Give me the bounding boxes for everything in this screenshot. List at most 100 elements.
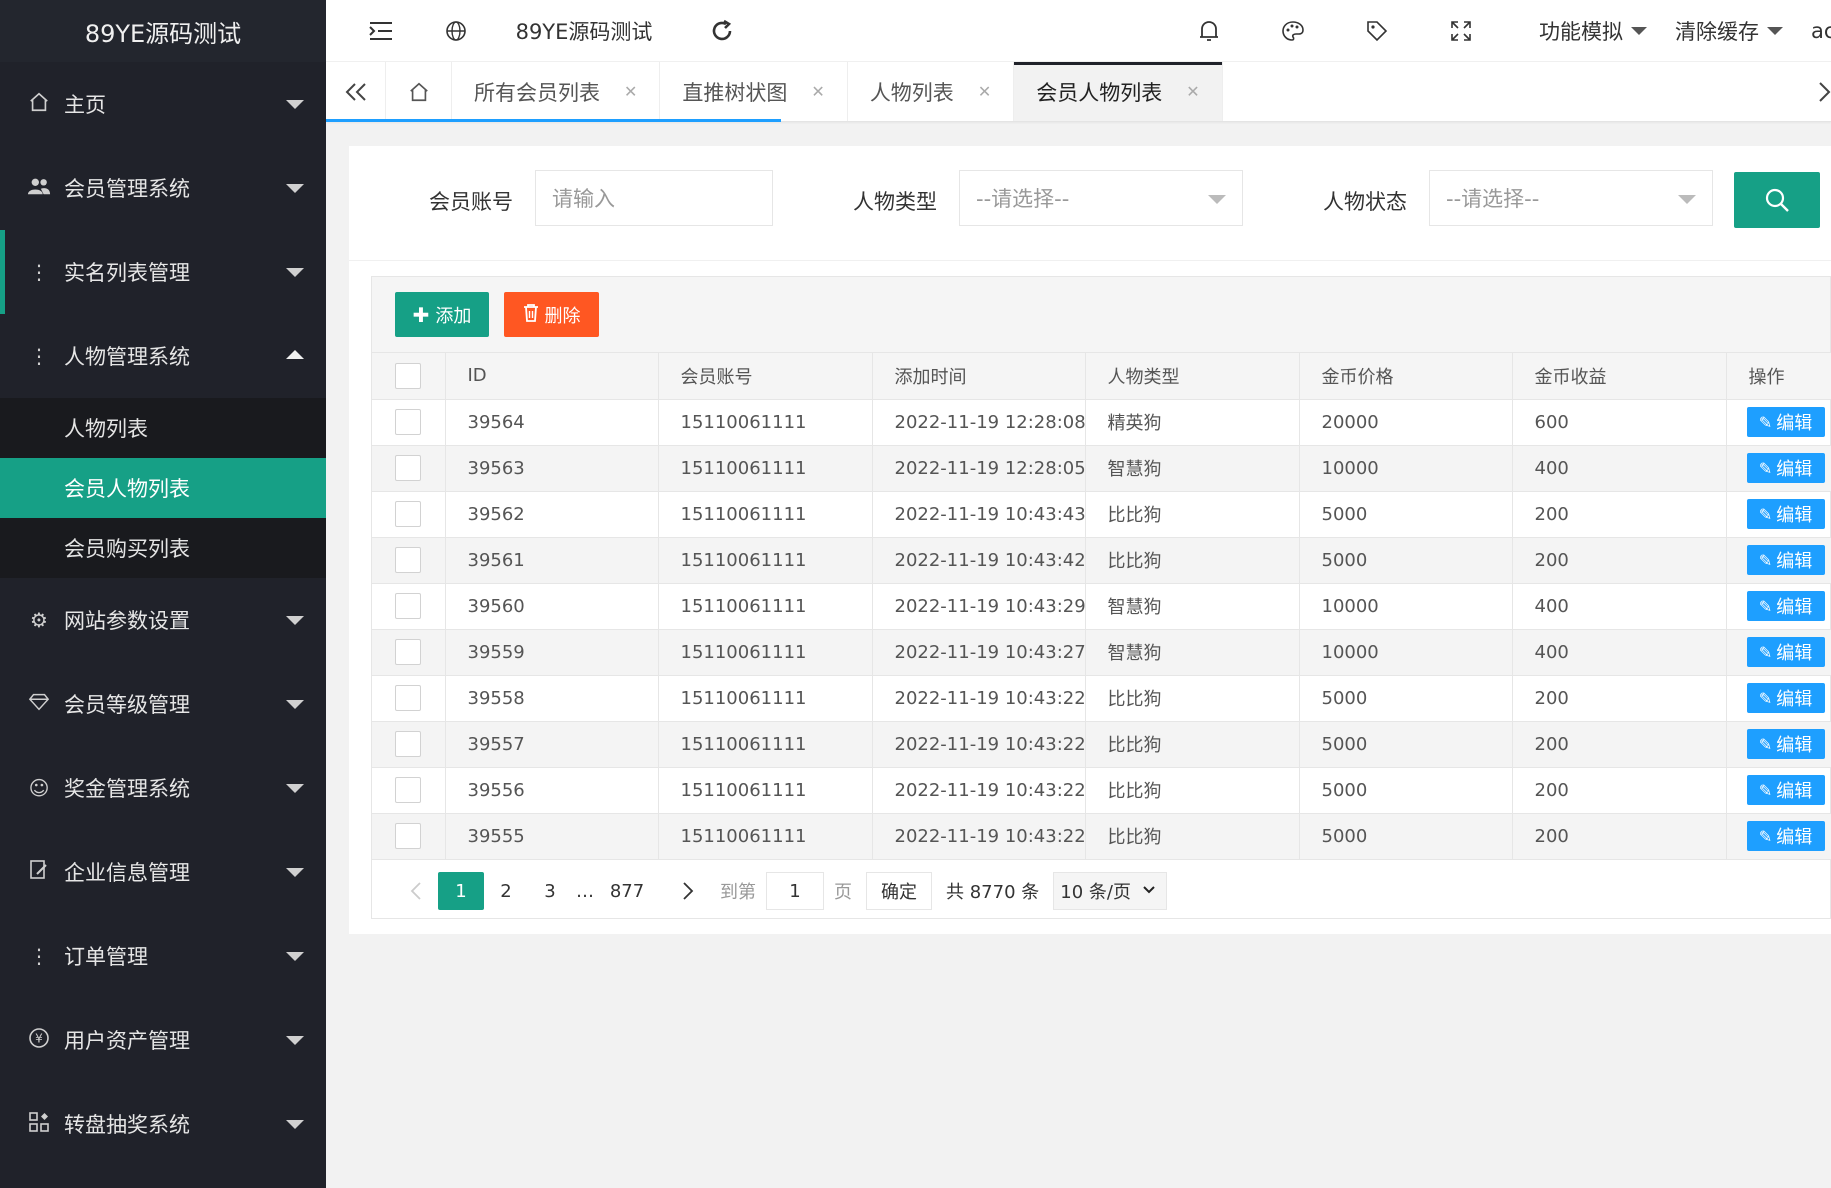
next-page-button[interactable]	[666, 872, 710, 910]
edit-button[interactable]: ✎ 编辑	[1746, 407, 1825, 437]
row-checkbox[interactable]	[395, 547, 422, 573]
logo[interactable]: 89YE源码测试	[0, 0, 326, 62]
account-input[interactable]: 请输入	[535, 170, 773, 226]
fullscreen-button[interactable]	[1419, 0, 1503, 62]
delete-button[interactable]: 删除	[504, 292, 599, 337]
chevron-down-icon	[286, 952, 304, 961]
page-ellipsis: …	[576, 880, 594, 902]
cell-income: 400	[1512, 583, 1727, 630]
close-icon[interactable]: ✕	[978, 82, 991, 101]
sidebar-item-member-system[interactable]: 会员管理系统	[0, 146, 326, 230]
row-checkbox[interactable]	[395, 731, 422, 757]
cell-actions: ✎ 编辑	[1726, 629, 1831, 676]
prev-page-button[interactable]	[394, 872, 438, 910]
sidebar-item-character-system[interactable]: ⋮ 人物管理系统	[0, 314, 326, 398]
tabs-scroll-right-button[interactable]	[1801, 62, 1831, 122]
row-checkbox[interactable]	[395, 501, 422, 527]
cell-time: 2022-11-19 10:43:22	[872, 767, 1086, 814]
fullscreen-icon	[1451, 20, 1471, 41]
type-placeholder: --请选择--	[976, 187, 1070, 211]
type-select[interactable]: --请选择--	[959, 170, 1243, 226]
dots-vertical-icon: ⋮	[29, 260, 49, 284]
table-row: 39557 15110061111 2022-11-19 10:43:22 比比狗 50…	[372, 721, 1831, 768]
cell-type: 比比狗	[1085, 767, 1300, 814]
edit-button[interactable]: ✎ 编辑	[1746, 729, 1825, 759]
cell-price: 10000	[1299, 629, 1513, 676]
menu-toggle-button[interactable]	[326, 0, 436, 62]
close-icon[interactable]: ✕	[811, 82, 824, 101]
edit-button[interactable]: ✎ 编辑	[1746, 591, 1825, 621]
row-checkbox[interactable]	[395, 409, 422, 435]
clear-cache-dropdown[interactable]: 清除缓存	[1675, 0, 1783, 62]
tab-character-list[interactable]: 人物列表 ✕	[848, 62, 1015, 121]
function-simulate-dropdown[interactable]: 功能模拟	[1539, 0, 1647, 62]
edit-button[interactable]: ✎ 编辑	[1746, 453, 1825, 483]
cell-time: 2022-11-19 10:43:29	[872, 583, 1086, 630]
chevron-down-icon	[286, 868, 304, 877]
edit-button[interactable]: ✎ 编辑	[1746, 499, 1825, 529]
smile-icon: ☺	[28, 776, 50, 800]
close-icon[interactable]: ✕	[1186, 82, 1199, 101]
home-icon	[26, 91, 52, 118]
function-simulate-label: 功能模拟	[1539, 19, 1623, 44]
table-row: 39564 15110061111 2022-11-19 12:28:08 精英狗 20…	[372, 399, 1831, 446]
goto-page-input[interactable]: 1	[766, 872, 824, 910]
edit-button[interactable]: ✎ 编辑	[1746, 637, 1825, 667]
divider	[349, 260, 1831, 261]
tab-referral-tree[interactable]: 直推树状图 ✕	[660, 62, 848, 121]
edit-button[interactable]: ✎ 编辑	[1746, 775, 1825, 805]
site-title-link[interactable]: 89YE源码测试	[476, 0, 692, 62]
sidebar-item-wheel-lottery[interactable]: 转盘抽奖系统	[0, 1082, 326, 1166]
sidebar-item-user-assets[interactable]: ¥ 用户资产管理	[0, 998, 326, 1082]
chevron-down-icon	[286, 184, 304, 193]
refresh-button[interactable]	[692, 0, 752, 62]
page-size-select[interactable]: 10 条/页	[1053, 872, 1168, 910]
table-row: 39558 15110061111 2022-11-19 10:43:22 比比狗 50…	[372, 675, 1831, 722]
edit-button[interactable]: ✎ 编辑	[1746, 545, 1825, 575]
sidebar-item-site-settings[interactable]: ⚙ 网站参数设置	[0, 578, 326, 662]
cell-price: 20000	[1299, 399, 1513, 446]
row-select-cell	[372, 491, 446, 538]
sidebar-item-orders[interactable]: ⋮ 订单管理	[0, 914, 326, 998]
edit-button[interactable]: ✎ 编辑	[1746, 683, 1825, 713]
cell-id: 39560	[445, 583, 659, 630]
tabs-scroll-left-button[interactable]	[326, 62, 386, 121]
search-button[interactable]	[1734, 172, 1820, 228]
row-checkbox[interactable]	[395, 777, 422, 803]
notifications-button[interactable]	[1167, 0, 1251, 62]
row-checkbox[interactable]	[395, 823, 422, 849]
cell-type: 智慧狗	[1085, 629, 1300, 676]
tags-button[interactable]	[1335, 0, 1419, 62]
row-checkbox[interactable]	[395, 639, 422, 665]
tab-home[interactable]	[386, 62, 452, 121]
page-3[interactable]: 3	[528, 872, 572, 910]
sidebar-subitem-character-list[interactable]: 人物列表	[0, 398, 326, 458]
status-select[interactable]: --请选择--	[1429, 170, 1713, 226]
select-all-checkbox[interactable]	[395, 362, 422, 389]
page-last[interactable]: 877	[598, 872, 656, 910]
edit-label: 编辑	[1776, 781, 1813, 802]
goto-confirm-button[interactable]: 确定	[866, 872, 932, 910]
cell-income: 200	[1512, 675, 1727, 722]
sidebar-item-bonus-system[interactable]: ☺ 奖金管理系统	[0, 746, 326, 830]
page-2[interactable]: 2	[484, 872, 528, 910]
sidebar-item-home[interactable]: 主页	[0, 62, 326, 146]
row-checkbox[interactable]	[395, 455, 422, 481]
sidebar-item-company-info[interactable]: 企业信息管理	[0, 830, 326, 914]
sidebar-subitem-member-character-list[interactable]: 会员人物列表	[0, 458, 326, 518]
edit-button[interactable]: ✎ 编辑	[1746, 821, 1825, 851]
sidebar-subitem-member-purchase-list[interactable]: 会员购买列表	[0, 518, 326, 578]
tab-member-character-list[interactable]: 会员人物列表 ✕	[1014, 62, 1223, 121]
row-checkbox[interactable]	[395, 593, 422, 619]
sidebar-item-member-level[interactable]: 会员等级管理	[0, 662, 326, 746]
add-button[interactable]: ✚ 添加	[395, 292, 489, 337]
page-1[interactable]: 1	[438, 872, 484, 910]
theme-button[interactable]	[1251, 0, 1335, 62]
cell-actions: ✎ 编辑	[1726, 583, 1831, 630]
website-button[interactable]	[436, 0, 476, 62]
close-icon[interactable]: ✕	[624, 82, 637, 101]
sidebar-item-realname[interactable]: ⋮ 实名列表管理	[0, 230, 326, 314]
user-menu[interactable]: ac	[1811, 0, 1831, 62]
tab-all-members[interactable]: 所有会员列表 ✕	[452, 62, 661, 121]
row-checkbox[interactable]	[395, 685, 422, 711]
